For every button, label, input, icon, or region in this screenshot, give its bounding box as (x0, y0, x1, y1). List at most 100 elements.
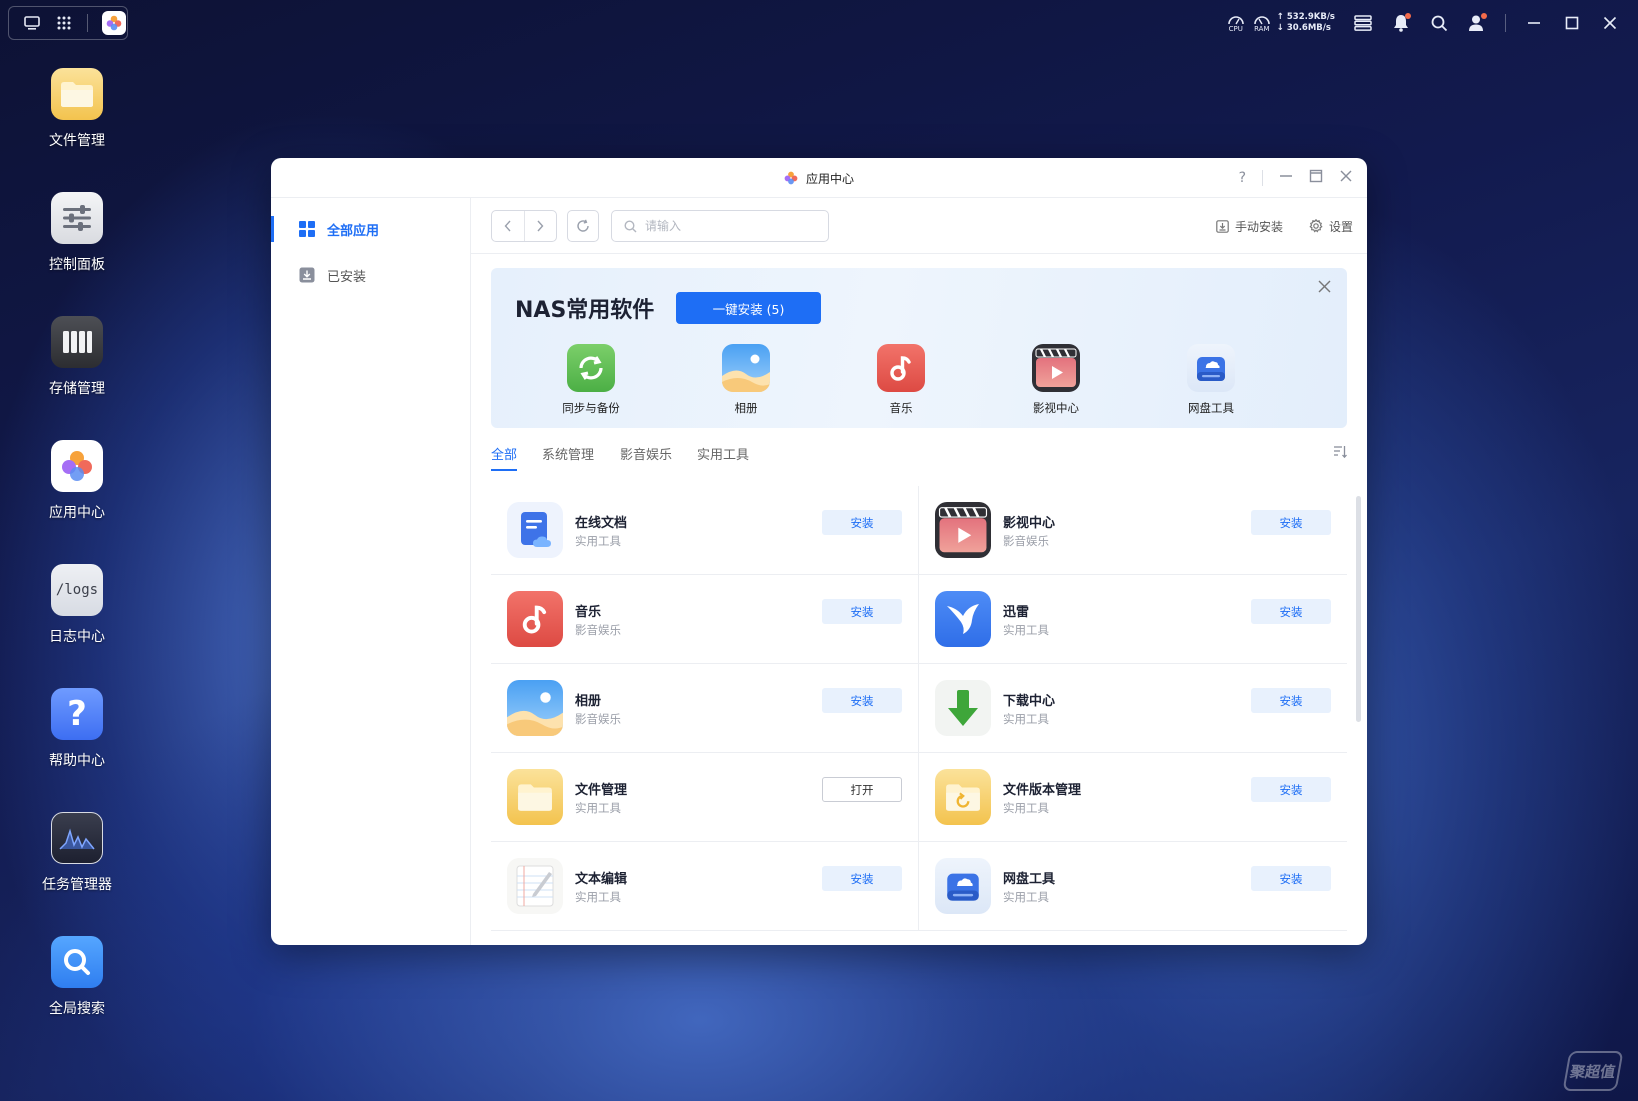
banner-close-icon[interactable] (1318, 278, 1331, 297)
window-controls-divider (1262, 170, 1263, 186)
list-item[interactable]: 文件版本管理 实用工具 安装 (919, 753, 1347, 842)
list-item[interactable]: 相册 影音娱乐 安装 (491, 664, 919, 753)
tab-all[interactable]: 全部 (491, 444, 518, 471)
minimize-icon[interactable] (1524, 13, 1544, 33)
music-icon (507, 591, 563, 647)
window-close-icon[interactable] (1339, 169, 1353, 187)
install-button[interactable]: 安装 (822, 866, 902, 891)
window-maximize-icon[interactable] (1309, 169, 1323, 187)
install-button[interactable]: 安装 (1251, 777, 1331, 802)
video-center-icon (1032, 344, 1080, 392)
window-titlebar[interactable]: 应用中心 ? (271, 158, 1367, 198)
widget-list-icon[interactable] (1353, 13, 1373, 33)
sort-icon[interactable] (1333, 444, 1347, 463)
manual-install-label: 手动安装 (1234, 219, 1283, 234)
install-button[interactable]: 安装 (822, 599, 902, 624)
tab-utilities[interactable]: 实用工具 (697, 444, 749, 469)
file-version-icon (935, 769, 991, 825)
list-item[interactable]: 迅雷 实用工具 安装 (919, 575, 1347, 664)
system-tray: CPU RAM ↑ 532.9KB/s ↓ 30.6MB/s (1225, 8, 1620, 38)
download-box-icon (299, 267, 315, 283)
back-button[interactable] (492, 211, 525, 241)
notification-dot (1405, 13, 1411, 19)
download-speed: ↓ 30.6MB/s (1276, 23, 1331, 33)
banner-app-video-center[interactable]: 影视中心 (996, 344, 1116, 416)
manual-install-button[interactable]: 手动安装 (1216, 218, 1283, 235)
search-icon[interactable] (1429, 13, 1449, 33)
show-desktop-icon[interactable] (23, 14, 41, 32)
sidebar-item-all-apps[interactable]: 全部应用 (271, 206, 470, 252)
help-button[interactable]: ? (1239, 170, 1246, 186)
install-button[interactable]: 安装 (1251, 510, 1331, 535)
tab-media-entertainment[interactable]: 影音娱乐 (620, 444, 672, 469)
launcher-divider (87, 14, 88, 32)
install-button[interactable]: 安装 (1251, 599, 1331, 624)
close-icon[interactable] (1600, 13, 1620, 33)
install-button[interactable]: 安装 (1251, 688, 1331, 713)
list-item[interactable]: 音乐 影音娱乐 安装 (491, 575, 919, 664)
notification-bell-icon[interactable] (1391, 13, 1411, 33)
user-icon[interactable] (1467, 13, 1487, 33)
thunder-icon (935, 591, 991, 647)
list-item[interactable]: 在线文档 实用工具 安装 (491, 486, 919, 575)
desktop-icon-help[interactable]: ? 帮助中心 (36, 688, 118, 770)
banner-app-cloud-drive[interactable]: 网盘工具 (1151, 344, 1271, 416)
banner-app-sync-backup[interactable]: 同步与备份 (531, 344, 651, 416)
chevron-left-icon (504, 220, 511, 232)
install-button[interactable]: 安装 (1251, 866, 1331, 891)
taskbar-app-center-icon[interactable] (102, 11, 126, 35)
ram-gauge[interactable]: RAM (1251, 13, 1273, 33)
list-item[interactable]: 影视中心 影音娱乐 安装 (919, 486, 1347, 575)
recommended-banner: NAS常用软件 一键安装 (5) 同步与备份 相册 音乐 影视中心 网盘工具 (491, 268, 1347, 428)
refresh-button[interactable] (567, 210, 599, 242)
banner-app-album[interactable]: 相册 (686, 344, 806, 416)
app-name: 文件管理 (575, 783, 628, 798)
app-category: 实用工具 (1003, 623, 1049, 637)
forward-button[interactable] (525, 211, 557, 241)
desktop-icon-logs[interactable]: /logs 日志中心 (36, 564, 118, 646)
open-button[interactable]: 打开 (822, 777, 902, 802)
desktop-icon-app-center[interactable]: 应用中心 (36, 440, 118, 522)
list-item[interactable]: 文件管理 实用工具 打开 (491, 753, 919, 842)
app-category: 实用工具 (575, 890, 621, 904)
cpu-gauge[interactable]: CPU (1225, 13, 1247, 33)
window-minimize-icon[interactable] (1279, 169, 1293, 187)
desktop-label: 全局搜索 (49, 1001, 105, 1017)
banner-app-label: 音乐 (889, 401, 913, 415)
settings-button[interactable]: 设置 (1309, 218, 1353, 235)
one-click-install-button[interactable]: 一键安装 (5) (676, 292, 821, 324)
desktop-icon-storage[interactable]: 存储管理 (36, 316, 118, 398)
search-input[interactable] (645, 219, 815, 233)
list-item[interactable]: 文本编辑 实用工具 安装 (491, 842, 919, 931)
folder-icon (507, 769, 563, 825)
desktop-icon-global-search[interactable]: 全局搜索 (36, 936, 118, 1018)
banner-app-list: 同步与备份 相册 音乐 影视中心 网盘工具 (491, 344, 1347, 424)
banner-app-label: 同步与备份 (562, 401, 620, 415)
user-dot (1481, 13, 1487, 19)
desktop-icon-control-panel[interactable]: 控制面板 (36, 192, 118, 274)
search-box[interactable] (611, 210, 829, 242)
tray-divider (1505, 14, 1506, 32)
task-manager-icon (51, 812, 103, 864)
app-name: 网盘工具 (1003, 872, 1056, 887)
list-item[interactable]: 下载中心 实用工具 安装 (919, 664, 1347, 753)
tab-system-management[interactable]: 系统管理 (542, 444, 594, 469)
sidebar-item-installed[interactable]: 已安装 (271, 252, 470, 298)
install-button[interactable]: 安装 (822, 688, 902, 713)
app-name: 音乐 (575, 605, 602, 620)
desktop-icon-task-manager[interactable]: 任务管理器 (36, 812, 118, 894)
desktop-label: 日志中心 (49, 629, 105, 645)
text-editor-icon (507, 858, 563, 914)
app-category: 实用工具 (1003, 890, 1049, 904)
scrollbar[interactable] (1356, 496, 1361, 722)
desktop-icon-file-manager[interactable]: 文件管理 (36, 68, 118, 150)
banner-app-music[interactable]: 音乐 (841, 344, 961, 416)
banner-title: NAS常用软件 (515, 298, 655, 323)
app-center-window: 应用中心 ? 全部应用 已安装 请输入 手动安装 设置 NAS常用软件 一键安装… (271, 158, 1367, 945)
list-item[interactable]: 网盘工具 实用工具 安装 (919, 842, 1347, 931)
app-grid-icon[interactable] (55, 14, 73, 32)
sidebar: 全部应用 已安装 (271, 198, 471, 945)
maximize-icon[interactable] (1562, 13, 1582, 33)
install-button[interactable]: 安装 (822, 510, 902, 535)
sync-backup-icon (567, 344, 615, 392)
